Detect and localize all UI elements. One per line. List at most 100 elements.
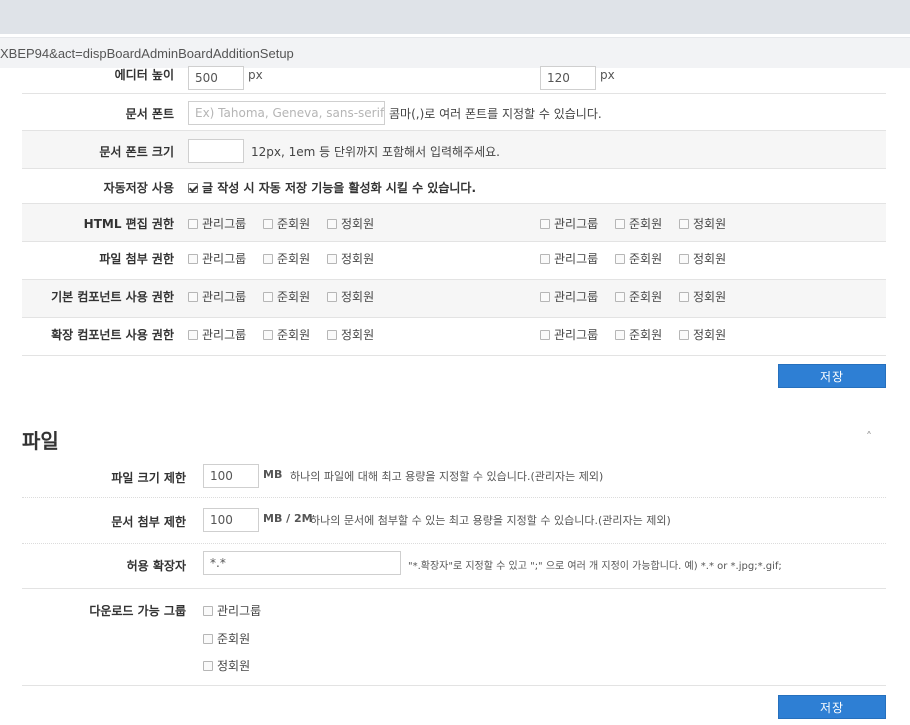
checkbox[interactable] (540, 330, 550, 340)
permission-associate-option[interactable]: 준회원 (263, 326, 310, 343)
permission-label: 확장 컴포넌트 사용 권한 (51, 328, 174, 342)
checkbox[interactable] (540, 292, 550, 302)
permission-admin-option-2[interactable]: 관리그룹 (540, 326, 598, 343)
checkbox[interactable] (615, 254, 625, 264)
row-allowed-ext: 허용 확장자 *.* "*.확장자"로 지정할 수 있고 ";" 으로 여러 개… (22, 544, 886, 589)
checkbox[interactable] (188, 219, 198, 229)
download-associate-option[interactable]: 준회원 (203, 630, 250, 647)
row-permission: 기본 컴포넌트 사용 권한 관리그룹 준회원 정회원 관리그룹 준회원 정회원 (22, 280, 886, 318)
checkbox[interactable] (203, 606, 213, 616)
download-admin-option[interactable]: 관리그룹 (203, 602, 261, 619)
checkbox[interactable] (263, 292, 273, 302)
permission-associate-option[interactable]: 준회원 (263, 250, 310, 267)
attach-limit-input[interactable]: 100 (203, 508, 259, 532)
row-download-group: 다운로드 가능 그룹 관리그룹 준회원 정회원 (22, 589, 886, 686)
attach-limit-unit: MB / 2M (263, 512, 313, 525)
permission-label: 기본 컴포넌트 사용 권한 (51, 290, 174, 304)
checkbox[interactable] (615, 292, 625, 302)
doc-font-input[interactable]: Ex) Tahoma, Geneva, sans-serif (188, 101, 385, 125)
checkbox[interactable] (615, 330, 625, 340)
permission-regular-option[interactable]: 정회원 (327, 250, 374, 267)
checkbox[interactable] (263, 330, 273, 340)
doc-font-label: 문서 폰트 (125, 107, 174, 121)
file-size-limit-help: 하나의 파일에 대해 최고 용량을 지정할 수 있습니다.(관리자는 제외) (290, 470, 604, 483)
allowed-ext-input[interactable]: *.* (203, 551, 401, 575)
row-doc-font-size: 문서 폰트 크기 12px, 1em 등 단위까지 포함해서 입력해주세요. (22, 131, 886, 169)
editor-height-unit: px (248, 68, 263, 82)
row-permission: 파일 첨부 권한 관리그룹 준회원 정회원 관리그룹 준회원 정회원 (22, 242, 886, 280)
permission-regular-option-2[interactable]: 정회원 (679, 326, 726, 343)
permission-associate-option[interactable]: 준회원 (263, 288, 310, 305)
checkbox[interactable] (679, 330, 689, 340)
file-size-limit-input[interactable]: 100 (203, 464, 259, 488)
permission-regular-option-2[interactable]: 정회원 (679, 250, 726, 267)
checkbox[interactable] (203, 634, 213, 644)
permission-admin-option-2[interactable]: 관리그룹 (540, 215, 598, 232)
editor-height-label: 에디터 높이 (114, 68, 174, 82)
permission-regular-option[interactable]: 정회원 (327, 288, 374, 305)
checkbox[interactable] (615, 219, 625, 229)
checkbox[interactable] (327, 330, 337, 340)
permission-label: HTML 편집 권한 (83, 217, 174, 231)
checkbox[interactable] (540, 219, 550, 229)
permission-associate-option-2[interactable]: 준회원 (615, 288, 662, 305)
checkbox[interactable] (327, 292, 337, 302)
permission-regular-option[interactable]: 정회원 (327, 215, 374, 232)
checkbox[interactable] (263, 219, 273, 229)
row-permission: HTML 편집 권한 관리그룹 준회원 정회원 관리그룹 준회원 정회원 (22, 204, 886, 242)
checkbox[interactable] (188, 330, 198, 340)
autosave-option[interactable]: 글 작성 시 자동 저장 기능을 활성화 시킬 수 있습니다. (188, 179, 476, 196)
doc-font-size-help: 12px, 1em 등 단위까지 포함해서 입력해주세요. (251, 145, 500, 159)
editor-height-unit-2: px (600, 68, 615, 82)
checkbox[interactable] (327, 254, 337, 264)
save-button[interactable]: 저장 (778, 695, 886, 719)
row-attach-limit: 문서 첨부 제한 100 MB / 2M 하나의 문서에 첨부할 수 있는 최고… (22, 498, 886, 544)
checkbox[interactable] (188, 254, 198, 264)
doc-font-size-label: 문서 폰트 크기 (99, 145, 174, 159)
row-permission: 확장 컴포넌트 사용 권한 관리그룹 준회원 정회원 관리그룹 준회원 정회원 (22, 318, 886, 356)
address-url[interactable]: XBEP94&act=dispBoardAdminBoardAdditionSe… (0, 46, 294, 61)
permission-associate-option-2[interactable]: 준회원 (615, 326, 662, 343)
download-group-label: 다운로드 가능 그룹 (89, 604, 186, 618)
attach-limit-label: 문서 첨부 제한 (111, 515, 186, 529)
doc-font-help: 콤마(,)로 여러 폰트를 지정할 수 있습니다. (389, 107, 602, 121)
address-bar[interactable]: XBEP94&act=dispBoardAdminBoardAdditionSe… (0, 37, 910, 68)
permission-associate-option-2[interactable]: 준회원 (615, 215, 662, 232)
permission-admin-option[interactable]: 관리그룹 (188, 215, 246, 232)
permission-associate-option-2[interactable]: 준회원 (615, 250, 662, 267)
permission-label: 파일 첨부 권한 (99, 252, 174, 266)
row-doc-font: 문서 폰트 Ex) Tahoma, Geneva, sans-serif 콤마(… (22, 94, 886, 131)
chevron-up-icon[interactable]: ˄ (866, 430, 872, 444)
row-editor-height: 에디터 높이 500 px 120 px (22, 66, 886, 94)
checkbox[interactable] (203, 661, 213, 671)
editor-height-input-2[interactable]: 120 (540, 66, 596, 90)
row-file-size-limit: 파일 크기 제한 100 MB 하나의 파일에 대해 최고 용량을 지정할 수 … (22, 455, 886, 498)
permission-regular-option-2[interactable]: 정회원 (679, 215, 726, 232)
checkbox[interactable] (263, 254, 273, 264)
row-autosave: 자동저장 사용 글 작성 시 자동 저장 기능을 활성화 시킬 수 있습니다. (22, 169, 886, 204)
permission-regular-option-2[interactable]: 정회원 (679, 288, 726, 305)
permission-admin-option[interactable]: 관리그룹 (188, 250, 246, 267)
checkbox[interactable] (327, 219, 337, 229)
editor-height-input[interactable]: 500 (188, 66, 244, 90)
save-button[interactable]: 저장 (778, 364, 886, 388)
autosave-checkbox[interactable] (188, 183, 198, 193)
permission-admin-option[interactable]: 관리그룹 (188, 326, 246, 343)
checkbox[interactable] (188, 292, 198, 302)
checkbox[interactable] (679, 219, 689, 229)
permission-admin-option-2[interactable]: 관리그룹 (540, 288, 598, 305)
allowed-ext-help: "*.확장자"로 지정할 수 있고 ";" 으로 여러 개 지정이 가능합니다.… (408, 561, 782, 572)
permission-admin-option-2[interactable]: 관리그룹 (540, 250, 598, 267)
permission-associate-option[interactable]: 준회원 (263, 215, 310, 232)
autosave-label: 자동저장 사용 (103, 181, 174, 195)
file-size-limit-label: 파일 크기 제한 (111, 471, 186, 485)
permission-admin-option[interactable]: 관리그룹 (188, 288, 246, 305)
checkbox[interactable] (679, 254, 689, 264)
attach-limit-help: 하나의 문서에 첨부할 수 있는 최고 용량을 지정할 수 있습니다.(관리자는… (310, 514, 671, 527)
permission-regular-option[interactable]: 정회원 (327, 326, 374, 343)
checkbox[interactable] (679, 292, 689, 302)
download-regular-option[interactable]: 정회원 (203, 657, 250, 674)
file-size-limit-unit: MB (263, 468, 283, 481)
doc-font-size-input[interactable] (188, 139, 244, 163)
checkbox[interactable] (540, 254, 550, 264)
